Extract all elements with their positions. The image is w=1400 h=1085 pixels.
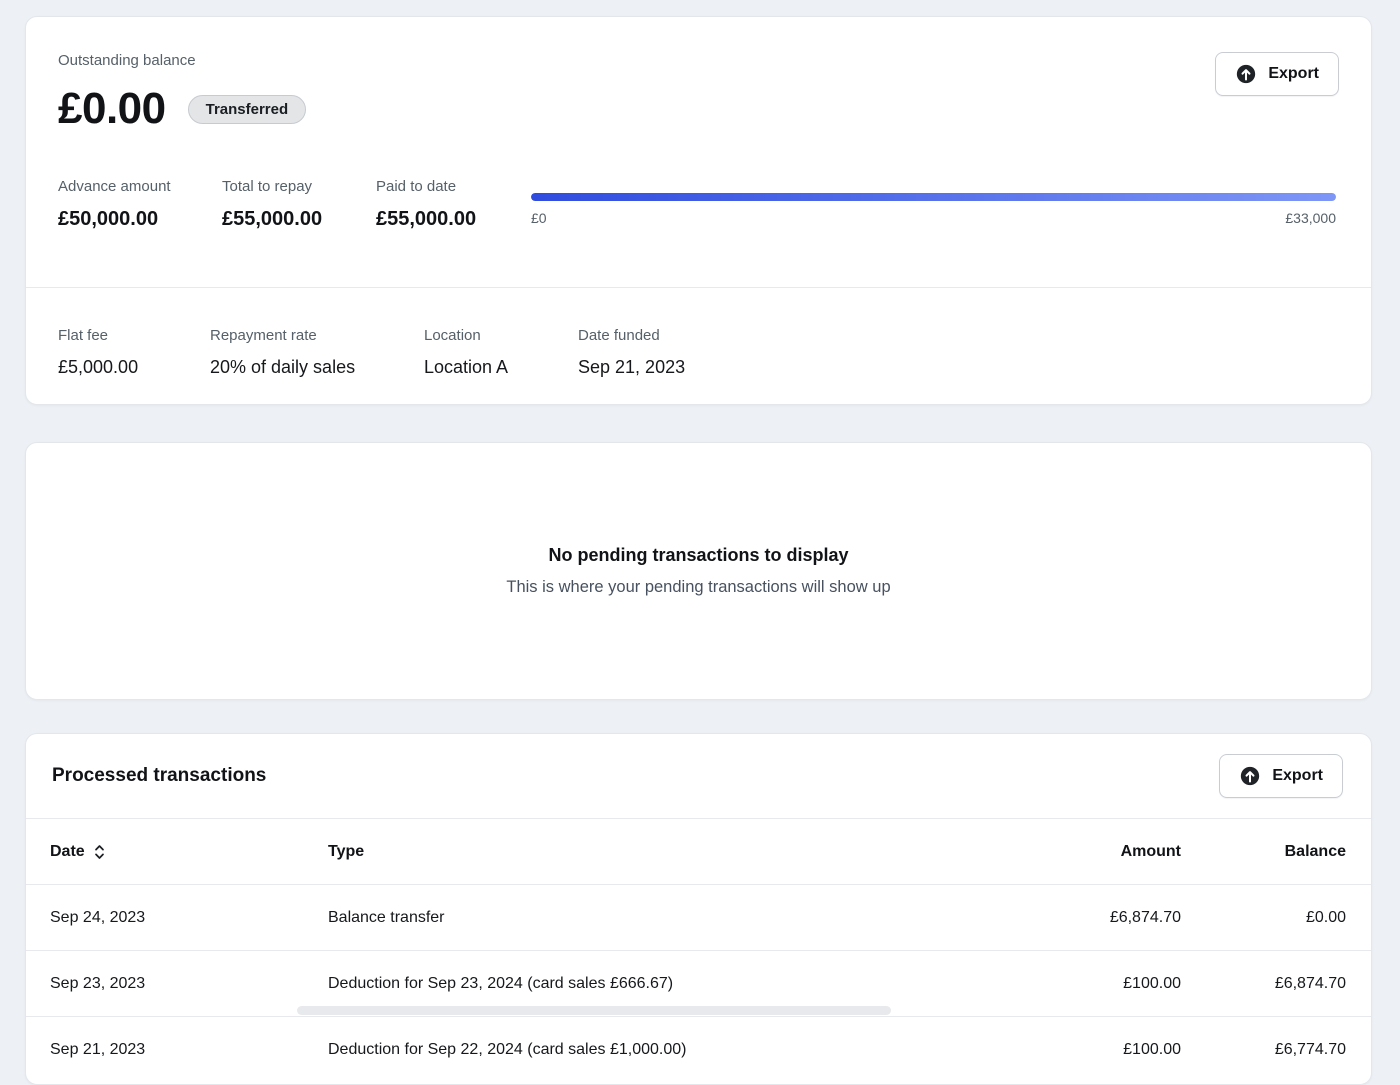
pending-empty-subtitle: This is where your pending transactions … <box>506 578 890 597</box>
outstanding-balance-label: Outstanding balance <box>58 52 196 69</box>
status-badge: Transferred <box>188 95 307 124</box>
processed-transactions-card: Processed transactions Export Date Type … <box>25 733 1372 1085</box>
advance-summary-card: Outstanding balance £0.00 Transferred Ex… <box>25 16 1372 405</box>
table-row[interactable]: Sep 21, 2023 Deduction for Sep 22, 2024 … <box>26 1016 1371 1082</box>
progress-max-label: £33,000 <box>1285 210 1336 226</box>
cell-date: Sep 24, 2023 <box>50 909 328 927</box>
export-button-label: Export <box>1268 65 1319 83</box>
cell-date: Sep 23, 2023 <box>50 975 328 993</box>
column-header-amount: Amount <box>991 843 1181 861</box>
detail-value: 20% of daily sales <box>210 357 424 378</box>
stat-value: £55,000.00 <box>376 208 531 231</box>
progress-fill <box>531 193 1336 201</box>
summary-export-button[interactable]: Export <box>1215 52 1339 96</box>
progress-track <box>531 193 1336 201</box>
table-row[interactable]: Sep 24, 2023 Balance transfer £6,874.70 … <box>26 884 1371 950</box>
processed-transactions-title: Processed transactions <box>52 765 266 787</box>
detail-repayment-rate: Repayment rate 20% of daily sales <box>210 327 424 378</box>
detail-label: Repayment rate <box>210 327 317 344</box>
cell-amount: £100.00 <box>991 975 1181 993</box>
stat-value: £55,000.00 <box>222 208 376 231</box>
processed-export-button[interactable]: Export <box>1219 754 1343 798</box>
cell-type: Balance transfer <box>328 909 991 927</box>
stat-label: Paid to date <box>376 178 531 195</box>
pending-transactions-card: No pending transactions to display This … <box>25 442 1372 700</box>
detail-value: £5,000.00 <box>58 357 210 378</box>
cell-amount: £6,874.70 <box>991 909 1181 927</box>
stat-label: Advance amount <box>58 178 222 195</box>
column-header-date: Date <box>50 843 85 861</box>
detail-date-funded: Date funded Sep 21, 2023 <box>578 327 1339 378</box>
table-header-row: Date Type Amount Balance <box>26 818 1371 884</box>
table-horizontal-scrollbar[interactable] <box>297 1006 891 1015</box>
detail-value: Sep 21, 2023 <box>578 357 1339 378</box>
column-header-type: Type <box>328 843 991 861</box>
cell-balance: £6,874.70 <box>1181 975 1346 993</box>
stat-paid-to-date: Paid to date £55,000.00 <box>376 178 531 231</box>
export-icon <box>1239 765 1261 787</box>
detail-label: Location <box>424 327 481 344</box>
progress-min-label: £0 <box>531 210 547 226</box>
stat-total-to-repay: Total to repay £55,000.00 <box>222 178 376 231</box>
export-button-label: Export <box>1272 767 1323 785</box>
outstanding-balance-value: £0.00 <box>58 84 166 134</box>
export-icon <box>1235 63 1257 85</box>
detail-label: Flat fee <box>58 327 108 344</box>
detail-location: Location Location A <box>424 327 578 378</box>
column-header-balance: Balance <box>1181 843 1346 861</box>
sort-icon[interactable] <box>94 843 105 861</box>
stat-advance-amount: Advance amount £50,000.00 <box>58 178 222 231</box>
detail-label: Date funded <box>578 327 660 344</box>
outstanding-balance-block: Outstanding balance £0.00 Transferred <box>58 52 306 134</box>
stat-label: Total to repay <box>222 178 376 195</box>
cell-balance: £0.00 <box>1181 909 1346 927</box>
repayment-progress: £0 £33,000 <box>531 178 1336 231</box>
detail-flat-fee: Flat fee £5,000.00 <box>58 327 210 378</box>
detail-value: Location A <box>424 357 578 378</box>
pending-empty-title: No pending transactions to display <box>548 545 848 566</box>
stat-value: £50,000.00 <box>58 208 222 231</box>
cell-type: Deduction for Sep 23, 2024 (card sales £… <box>328 975 991 993</box>
